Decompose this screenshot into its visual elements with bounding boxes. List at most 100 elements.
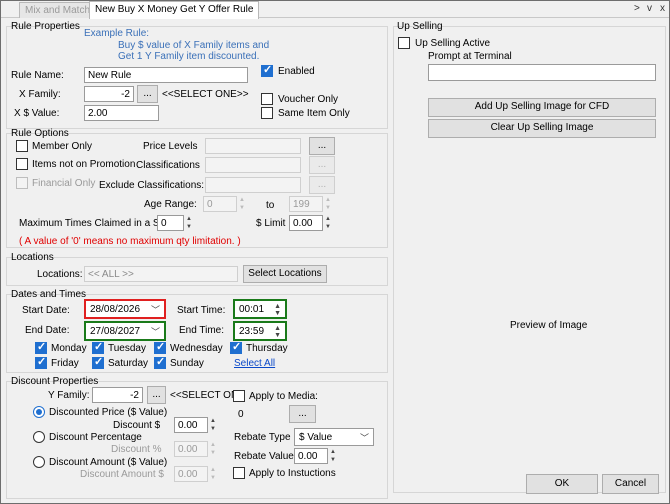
financial-only-checkbox[interactable] xyxy=(16,177,28,189)
voucher-only-checkbox[interactable] xyxy=(261,93,273,105)
price-levels-input[interactable] xyxy=(205,138,301,154)
discount-dollar-input[interactable]: 0.00 xyxy=(174,417,208,433)
x-family-input[interactable]: -2 xyxy=(84,86,134,102)
spin-down-icon[interactable]: ▼ xyxy=(323,204,333,212)
apply-to-instructions-checkbox[interactable] xyxy=(233,467,245,479)
x-family-browse-button[interactable]: ... xyxy=(137,85,158,103)
classifications-browse-button[interactable]: ... xyxy=(309,156,335,174)
select-all-link[interactable]: Select All xyxy=(234,358,275,369)
discount-pct-input[interactable]: 0.00 xyxy=(174,441,208,457)
thursday-checkbox[interactable] xyxy=(230,340,242,354)
member-only-checkbox[interactable] xyxy=(16,140,28,152)
rebate-type-dropdown[interactable]: $ Value ﹀ xyxy=(294,428,374,446)
monday-checkbox[interactable] xyxy=(35,340,47,354)
up-selling-group xyxy=(393,26,666,493)
ok-button[interactable]: OK xyxy=(526,474,598,494)
apply-to-media-label: Apply to Media: xyxy=(249,391,318,402)
time-spinner-icon[interactable]: ▲ ▼ xyxy=(274,325,281,339)
prompt-at-terminal-input[interactable] xyxy=(428,64,656,81)
spin-up-icon[interactable]: ▲ xyxy=(237,196,247,204)
time-spinner-icon[interactable]: ▲ ▼ xyxy=(274,303,281,317)
rebate-value-spinner[interactable]: ▲ ▼ xyxy=(328,448,338,464)
add-up-selling-image-button[interactable]: Add Up Selling Image for CFD xyxy=(428,98,656,117)
chevron-down-icon[interactable]: ﹀ xyxy=(151,303,160,316)
spin-up-icon[interactable]: ▲ xyxy=(208,466,218,474)
y-family-browse-button[interactable]: ... xyxy=(147,386,166,404)
limit-spinner[interactable]: ▲ ▼ xyxy=(323,215,333,231)
media-input[interactable]: 0 xyxy=(234,406,285,422)
x-value-input[interactable]: 2.00 xyxy=(84,105,159,121)
y-family-input[interactable]: -2 xyxy=(92,387,143,403)
rebate-value-input[interactable]: 0.00 xyxy=(294,448,328,464)
tuesday-checkbox[interactable] xyxy=(92,340,104,354)
exclude-classifications-input[interactable] xyxy=(205,177,301,193)
chevron-down-icon[interactable]: ﹀ xyxy=(151,325,160,338)
start-date-picker[interactable]: 28/08/2026 ﹀ xyxy=(84,299,166,319)
chevron-down-icon[interactable]: ﹀ xyxy=(360,431,369,444)
discount-percentage-label: Discount Percentage xyxy=(49,432,142,443)
spin-up-icon[interactable]: ▲ xyxy=(323,215,333,223)
apply-to-media-checkbox[interactable] xyxy=(233,390,245,402)
spin-up-icon[interactable]: ▲ xyxy=(208,417,218,425)
items-not-on-promotion-checkbox[interactable] xyxy=(16,158,28,170)
max-times-spinner[interactable]: ▲ ▼ xyxy=(184,215,194,231)
discount-amount-spinner[interactable]: ▲ ▼ xyxy=(208,466,218,482)
end-date-picker[interactable]: 27/08/2027 ﹀ xyxy=(84,321,166,341)
start-time-value: 00:01 xyxy=(239,304,265,315)
locations-input[interactable]: << ALL >> xyxy=(84,266,238,282)
tab-mix-and-match[interactable]: Mix and Match xyxy=(19,2,97,18)
discount-amount-radio[interactable] xyxy=(33,456,45,468)
spin-up-icon[interactable]: ▲ xyxy=(328,448,338,456)
spin-down-icon[interactable]: ▼ xyxy=(323,223,333,231)
up-selling-title: Up Selling xyxy=(397,21,443,32)
same-item-only-checkbox[interactable] xyxy=(261,107,273,119)
example-line-1: Buy $ value of X Family items and xyxy=(118,40,270,51)
discounted-price-radio[interactable] xyxy=(33,406,45,418)
up-selling-active-checkbox[interactable] xyxy=(398,37,410,49)
cancel-button[interactable]: Cancel xyxy=(602,474,659,494)
start-time-picker[interactable]: 00:01 ▲ ▼ xyxy=(233,299,287,319)
spin-down-icon[interactable]: ▼ xyxy=(184,223,194,231)
sunday-checkbox[interactable] xyxy=(154,355,166,369)
exclude-classifications-browse-button[interactable]: ... xyxy=(309,176,335,194)
end-time-picker[interactable]: 23:59 ▲ ▼ xyxy=(233,321,287,341)
locations-title: Locations xyxy=(11,252,54,263)
sunday-label: Sunday xyxy=(170,358,204,369)
tab-list-icon[interactable]: v xyxy=(647,3,652,14)
spin-down-icon[interactable]: ▼ xyxy=(208,474,218,482)
tab-new-rule[interactable]: New Buy X Money Get Y Offer Rule xyxy=(89,1,260,19)
friday-checkbox[interactable] xyxy=(35,355,47,369)
classifications-input[interactable] xyxy=(205,157,301,173)
limit-input[interactable]: 0.00 xyxy=(289,215,323,231)
spin-down-icon[interactable]: ▼ xyxy=(237,204,247,212)
select-locations-button[interactable]: Select Locations xyxy=(243,265,327,283)
discount-dollar-spinner[interactable]: ▲ ▼ xyxy=(208,417,218,433)
tab-close-icon[interactable]: x xyxy=(660,3,665,14)
discount-amount-input[interactable]: 0.00 xyxy=(174,466,208,482)
rule-properties-title: Rule Properties xyxy=(11,21,80,32)
age-to-spinner[interactable]: ▲ ▼ xyxy=(323,196,333,212)
max-times-input[interactable]: 0 xyxy=(157,215,184,231)
age-from-spinner[interactable]: ▲ ▼ xyxy=(237,196,247,212)
discount-pct-spinner[interactable]: ▲ ▼ xyxy=(208,441,218,457)
spin-down-icon[interactable]: ▼ xyxy=(208,449,218,457)
tab-scroll-right-icon[interactable]: > xyxy=(634,3,640,14)
media-browse-button[interactable]: ... xyxy=(289,405,316,423)
spin-down-icon[interactable]: ▼ xyxy=(328,456,338,464)
member-only-label: Member Only xyxy=(32,141,93,152)
spin-up-icon[interactable]: ▲ xyxy=(323,196,333,204)
age-from-input[interactable]: 0 xyxy=(203,196,237,212)
locations-label: Locations: xyxy=(37,269,83,280)
wednesday-checkbox[interactable] xyxy=(154,340,166,354)
spin-up-icon[interactable]: ▲ xyxy=(184,215,194,223)
discount-percentage-radio[interactable] xyxy=(33,431,45,443)
age-to-input[interactable]: 199 xyxy=(289,196,323,212)
spin-up-icon[interactable]: ▲ xyxy=(208,441,218,449)
spin-down-icon[interactable]: ▼ xyxy=(208,425,218,433)
enabled-checkbox[interactable] xyxy=(261,63,273,77)
saturday-checkbox[interactable] xyxy=(92,355,104,369)
rule-name-input[interactable]: New Rule xyxy=(84,67,248,83)
max-times-label: Maximum Times Claimed in a Sale: xyxy=(19,218,176,229)
price-levels-browse-button[interactable]: ... xyxy=(309,137,335,155)
clear-up-selling-image-button[interactable]: Clear Up Selling Image xyxy=(428,119,656,138)
